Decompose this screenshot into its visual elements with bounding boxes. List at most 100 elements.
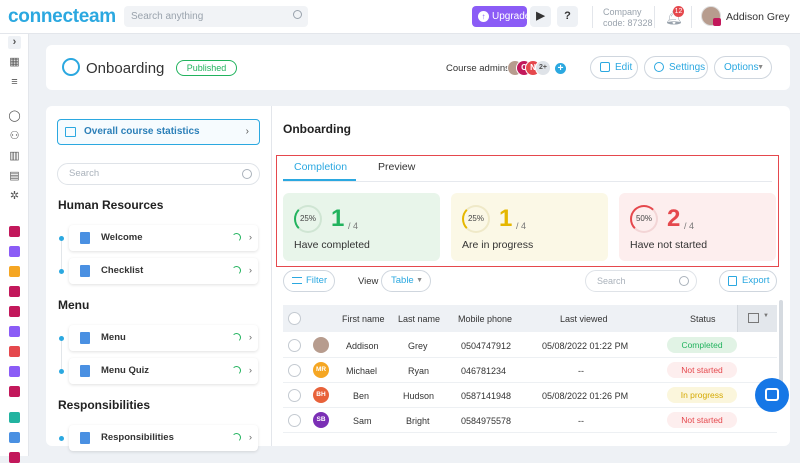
overall-stats-button[interactable]: Overall course statistics › (57, 119, 260, 145)
row-checkbox[interactable] (288, 364, 301, 377)
app-icon-knowledge[interactable] (9, 412, 20, 423)
timeline-line (61, 338, 62, 372)
search-icon (293, 10, 302, 19)
lesson-label: Checklist (101, 265, 144, 276)
app-icon-checklist[interactable] (9, 326, 20, 337)
edit-label: Edit (615, 62, 633, 73)
outline-search-input[interactable]: Search (57, 163, 260, 185)
app-icon-tasks[interactable] (9, 286, 20, 297)
app-icon-chat[interactable] (9, 226, 20, 237)
table-search-input[interactable]: Search (585, 270, 697, 292)
lesson-item-menu[interactable]: Menu › (69, 325, 258, 351)
document-icon[interactable]: ▤ (8, 170, 21, 183)
help-button[interactable]: ? (557, 6, 578, 27)
lesson-item-responsibilities[interactable]: Responsibilities › (69, 425, 258, 451)
company-code-value: code: 87328 (603, 18, 653, 28)
stopwatch-icon (62, 58, 80, 76)
app-icon-surveys[interactable] (9, 452, 20, 463)
expand-icon[interactable]: › (8, 36, 21, 49)
app-icon-reports[interactable] (9, 346, 20, 357)
cell-phone: 0504747912 (461, 341, 512, 351)
view-select[interactable]: Table ▼ (381, 270, 431, 292)
edit-icon (600, 62, 610, 72)
export-button[interactable]: Export (719, 270, 777, 292)
chevron-right-icon: › (248, 265, 252, 276)
upgrade-label: Upgrade (492, 11, 531, 22)
column-header[interactable]: Last name (398, 314, 440, 324)
upgrade-button[interactable]: ↑ Upgrade (472, 6, 531, 27)
app-icon-docs[interactable] (9, 386, 20, 397)
company-code: Company code: 87328 (603, 7, 653, 29)
lesson-item-menu-quiz[interactable]: Menu Quiz › (69, 358, 258, 384)
progress-icon (232, 266, 241, 275)
document-icon (80, 265, 90, 277)
gear-icon (654, 62, 664, 72)
options-label: Options (724, 62, 759, 73)
status-badge: Published (176, 60, 237, 76)
cell-last-viewed: 05/08/2022 01:26 PM (542, 391, 629, 401)
user-name[interactable]: Addison Grey (726, 11, 790, 23)
panel-divider (271, 106, 272, 446)
add-admin-button[interactable]: + (555, 63, 566, 74)
lesson-item-checklist[interactable]: Checklist › (69, 258, 258, 284)
app-logo[interactable]: connecteam (8, 6, 116, 28)
timeline-dot (59, 269, 64, 274)
lesson-item-welcome[interactable]: Welcome › (69, 225, 258, 251)
chat-support-button[interactable] (755, 378, 789, 412)
edit-button[interactable]: Edit (590, 56, 638, 79)
play-button[interactable]: ▶ (530, 6, 551, 27)
cell-last-viewed: -- (578, 366, 584, 376)
chevron-right-icon: › (248, 232, 252, 243)
app-icon-updates[interactable] (9, 432, 20, 443)
app-icon-calendar[interactable] (9, 266, 20, 277)
global-search-input[interactable]: Search anything (124, 6, 308, 27)
user-badge-icon (713, 18, 721, 26)
app-icon-clock[interactable] (9, 246, 20, 257)
search-placeholder: Search anything (131, 11, 204, 22)
app-icon-forms[interactable] (9, 306, 20, 317)
column-header[interactable]: Last viewed (560, 314, 608, 324)
chevron-down-icon: ▼ (757, 64, 764, 71)
users-icon[interactable]: ⚇ (8, 130, 21, 143)
cell-first-name: Addison (346, 341, 379, 351)
building-icon[interactable]: ▥ (8, 150, 21, 163)
feed-icon[interactable]: ≡ (8, 76, 21, 89)
row-checkbox[interactable] (288, 389, 301, 402)
document-icon (80, 232, 90, 244)
row-avatar: SB (313, 412, 329, 428)
view-label: View (358, 276, 379, 287)
cell-phone: 0584975578 (461, 416, 512, 426)
row-checkbox[interactable] (288, 339, 301, 352)
select-all-checkbox[interactable] (288, 312, 301, 325)
admin-more-badge[interactable]: 2+ (535, 60, 551, 76)
lesson-label: Menu (101, 332, 126, 343)
chevron-down-icon: ▼ (763, 313, 769, 319)
column-header[interactable]: Status (690, 314, 716, 324)
row-checkbox[interactable] (288, 414, 301, 427)
grid-icon[interactable]: ▦ (8, 56, 21, 69)
status-badge: Completed (667, 337, 737, 353)
chart-icon (65, 127, 76, 137)
app-icon-courses[interactable] (9, 366, 20, 377)
cell-last-name: Ryan (408, 366, 430, 376)
settings-button[interactable]: Settings (644, 56, 708, 79)
filter-button[interactable]: Filter (283, 270, 335, 292)
progress-icon (232, 233, 241, 242)
progress-icon (232, 333, 241, 342)
options-button[interactable]: Options ▼ (714, 56, 772, 79)
cell-first-name: Sam (353, 416, 372, 426)
chevron-right-icon: › (248, 365, 252, 376)
user-icon[interactable]: ◯ (8, 110, 21, 123)
filter-icon (292, 277, 302, 284)
column-header[interactable]: First name (342, 314, 385, 324)
export-icon (728, 276, 737, 286)
cell-last-viewed: 05/08/2022 01:22 PM (542, 341, 629, 351)
columns-button[interactable]: ▼ (737, 305, 777, 332)
timeline-dot (59, 369, 64, 374)
left-nav-rail: › ▦ ≡ ◯ ⚇ ▥ ▤ ✲ (0, 34, 29, 463)
gear-icon[interactable]: ✲ (8, 190, 21, 203)
document-icon (80, 432, 90, 444)
status-badge: Not started (667, 362, 737, 378)
divider (592, 6, 593, 28)
column-header[interactable]: Mobile phone (458, 314, 512, 324)
